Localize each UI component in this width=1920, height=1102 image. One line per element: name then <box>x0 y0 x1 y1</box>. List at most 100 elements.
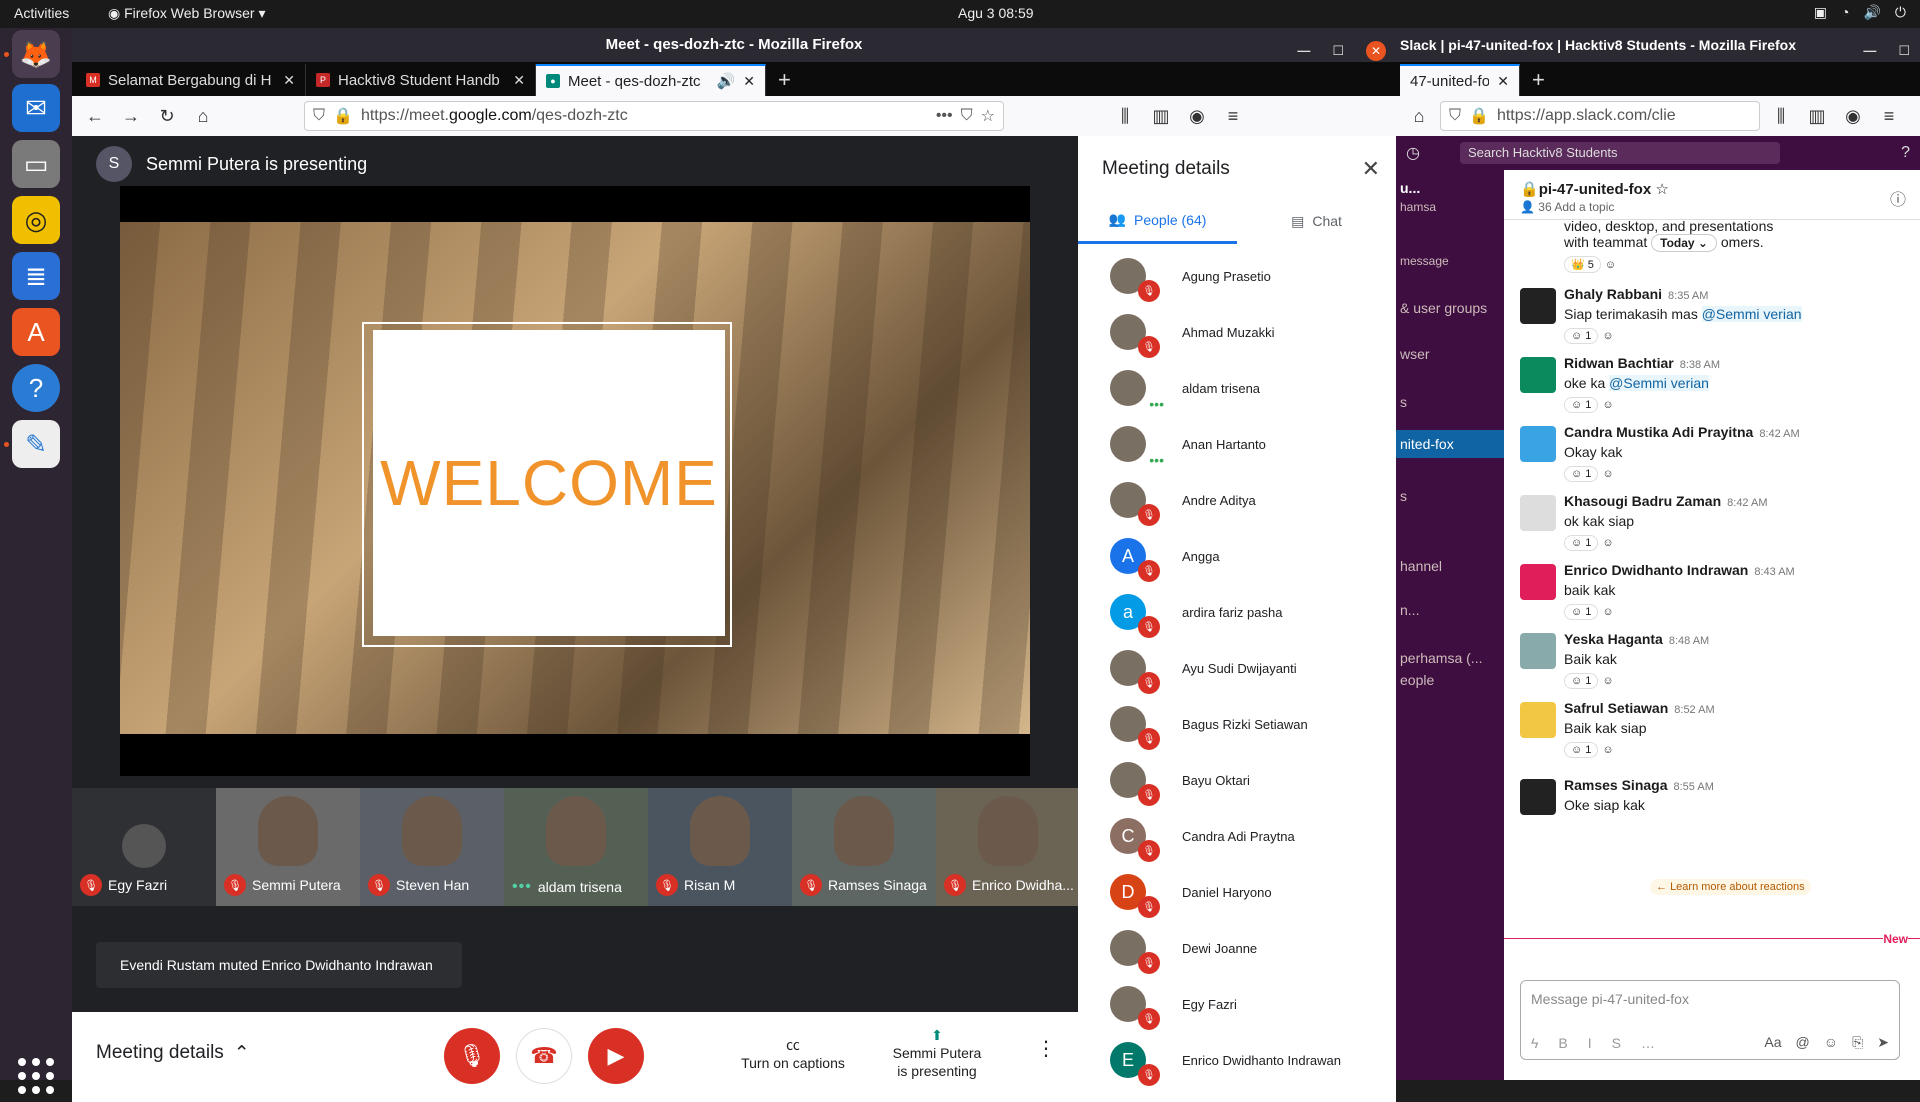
person-row[interactable]: 🎙 Bagus Rizki Setiawan <box>1078 696 1396 752</box>
user-avatar[interactable] <box>1520 564 1556 600</box>
participant-tile[interactable]: 🎙 Risan M <box>648 788 792 906</box>
close-window-icon[interactable]: ✕ <box>1366 41 1386 61</box>
participant-tile[interactable]: 🎙 Ramses Sinaga <box>792 788 936 906</box>
reaction-chip[interactable]: ☺ 1 <box>1564 328 1599 344</box>
back-icon[interactable]: ← <box>80 106 110 127</box>
minimize-icon[interactable]: — <box>1297 34 1310 68</box>
user-mention[interactable]: @Semmi verian <box>1609 375 1709 391</box>
presentation-button[interactable]: ⬆ Semmi Putera is presenting <box>872 1026 1002 1080</box>
reaction-chip[interactable]: ☺ 1 <box>1564 397 1599 413</box>
user-avatar[interactable] <box>1520 702 1556 738</box>
bold-icon[interactable]: B <box>1558 1035 1567 1051</box>
thunderbird-dock-icon[interactable]: ✉ <box>12 84 60 132</box>
speaker-icon[interactable]: 🔊 <box>717 72 736 90</box>
sender-name[interactable]: Candra Mustika Adi Prayitna <box>1564 424 1753 440</box>
add-reaction-icon[interactable]: ☺ <box>1602 606 1613 618</box>
files-dock-icon[interactable]: ▭ <box>12 140 60 188</box>
pocket-icon[interactable]: ⛉ <box>961 107 973 125</box>
person-row[interactable]: ••• aldam trisena <box>1078 360 1396 416</box>
sidebar-item[interactable]: & user groups <box>1400 300 1487 316</box>
person-row[interactable]: a 🎙 ardira fariz pasha <box>1078 584 1396 640</box>
close-tab-icon[interactable]: ✕ <box>513 72 525 89</box>
software-dock-icon[interactable]: A <box>12 308 60 356</box>
tab-meet[interactable]: ● Meet - qes-dozh-ztc 🔊 ✕ <box>536 64 766 96</box>
sidebar-item[interactable]: eople <box>1400 672 1434 688</box>
maximize-icon[interactable]: ☐ <box>1332 34 1344 68</box>
participant-tile[interactable]: 🎙 Semmi Putera <box>216 788 360 906</box>
add-topic-link[interactable]: Add a topic <box>1554 200 1614 214</box>
mention-icon[interactable]: @ <box>1796 1034 1810 1051</box>
participant-tile[interactable]: 🎙 Enrico Dwidha... <box>936 788 1080 906</box>
user-mention[interactable]: @Semmi verian <box>1701 306 1802 322</box>
message-time[interactable]: 8:42 AM <box>1727 497 1767 509</box>
strike-icon[interactable]: S <box>1612 1035 1621 1051</box>
member-count[interactable]: 36 <box>1538 200 1551 214</box>
reload-icon[interactable]: ↻ <box>152 106 182 127</box>
reaction-chip[interactable]: ☺ 1 <box>1564 673 1599 689</box>
sidebar-item[interactable]: wser <box>1400 346 1430 362</box>
close-panel-icon[interactable]: ✕ <box>1362 156 1380 182</box>
sidebar-item-selected[interactable]: nited-fox <box>1396 430 1504 458</box>
user-avatar[interactable] <box>1520 288 1556 324</box>
person-row[interactable]: 🎙 Agung Prasetio <box>1078 248 1396 304</box>
tab-handbook[interactable]: P Hacktiv8 Student Handb ✕ <box>306 64 536 96</box>
message[interactable]: Khasougi Badru Zaman 8:42 AM ok kak siap ☺ … <box>1520 493 1910 551</box>
sidebar-icon[interactable]: ▥ <box>1802 106 1832 127</box>
star-icon[interactable]: ☆ <box>1655 181 1668 198</box>
reaction-chip[interactable]: ☺ 1 <box>1564 604 1599 620</box>
add-reaction-icon[interactable]: ☺ <box>1602 468 1613 480</box>
emoji-icon[interactable]: ☺ <box>1824 1034 1838 1051</box>
lightning-icon[interactable]: ϟ <box>1531 1035 1538 1051</box>
reaction-chip[interactable]: ☺ 1 <box>1564 742 1599 758</box>
sender-name[interactable]: Safrul Setiawan <box>1564 700 1668 716</box>
add-reaction-icon[interactable]: ☺ <box>1605 259 1616 271</box>
person-row[interactable]: 🎙 Egy Fazri <box>1078 976 1396 1032</box>
url-bar[interactable]: ⛉ 🔒 https://meet.google.com/qes-dozh-ztc… <box>304 101 1004 131</box>
firefox-dock-icon[interactable]: 🦊 <box>12 30 60 78</box>
attach-icon[interactable]: ⎘ <box>1852 1034 1863 1051</box>
message-composer[interactable]: Message pi-47-united-fox ϟ B I S … Aa @ ☺ ⎘ ➤ <box>1520 980 1900 1060</box>
sidebar-item[interactable]: n... <box>1400 602 1419 618</box>
sidebar-item[interactable]: hannel <box>1400 558 1442 574</box>
person-row[interactable]: 🎙 Dewi Joanne <box>1078 920 1396 976</box>
tab-slack[interactable]: 47-united-fox ✕ <box>1400 64 1520 96</box>
shield-icon[interactable]: ⛉ <box>1449 107 1461 125</box>
reaction-chip[interactable]: ☺ 1 <box>1564 466 1599 482</box>
sender-name[interactable]: Khasougi Badru Zaman <box>1564 493 1721 509</box>
sender-name[interactable]: Yeska Haganta <box>1564 631 1663 647</box>
app-menu[interactable]: ◉ Firefox Web Browser ▾ <box>108 5 265 22</box>
system-tray[interactable]: ▣ ◔ 🔊 ⏻ <box>1814 4 1906 21</box>
message[interactable]: Ridwan Bachtiar 8:38 AM oke ka @Semmi veri… <box>1520 355 1910 413</box>
menu-icon[interactable]: ≡ <box>1874 106 1904 127</box>
today-divider[interactable]: Today ⌄ <box>1651 234 1717 252</box>
add-reaction-icon[interactable]: ☺ <box>1602 330 1613 342</box>
message-time[interactable]: 8:52 AM <box>1674 704 1714 716</box>
tab-gmail[interactable]: M Selamat Bergabung di H ✕ <box>76 64 306 96</box>
captions-button[interactable]: ㏄ Turn on captions <box>718 1036 868 1072</box>
close-tab-icon[interactable]: ✕ <box>283 72 295 89</box>
maximize-icon[interactable]: ☐ <box>1898 34 1910 68</box>
sender-name[interactable]: Ramses Sinaga <box>1564 777 1668 793</box>
message-time[interactable]: 8:38 AM <box>1680 359 1720 371</box>
add-reaction-icon[interactable]: ☺ <box>1602 675 1613 687</box>
slack-search[interactable]: Search Hacktiv8 Students <box>1459 142 1780 164</box>
send-icon[interactable]: ➤ <box>1877 1034 1889 1051</box>
history-icon[interactable]: ◷ <box>1406 143 1420 163</box>
message-time[interactable]: 8:43 AM <box>1754 566 1794 578</box>
tab-people[interactable]: 👥 People (64) <box>1078 198 1237 244</box>
person-row[interactable]: 🎙 Bayu Oktari <box>1078 752 1396 808</box>
code-icon[interactable]: … <box>1641 1035 1655 1051</box>
help-dock-icon[interactable]: ? <box>12 364 60 412</box>
menu-icon[interactable]: ≡ <box>1218 106 1248 127</box>
clock[interactable]: Agu 3 08:59 <box>958 5 1034 21</box>
sidebar-item[interactable]: s <box>1400 394 1407 410</box>
reaction-chip[interactable]: ☺ 1 <box>1564 535 1599 551</box>
close-tab-icon[interactable]: ✕ <box>1497 73 1509 90</box>
message[interactable]: Candra Mustika Adi Prayitna 8:42 AM Okay k… <box>1520 424 1910 482</box>
user-avatar[interactable] <box>1520 779 1556 815</box>
person-row[interactable]: C 🎙 Candra Adi Praytna <box>1078 808 1396 864</box>
forward-icon[interactable]: → <box>116 106 146 127</box>
meeting-details-button[interactable]: Meeting details ⌃ <box>96 1042 250 1065</box>
text-editor-dock-icon[interactable]: ✎ <box>12 420 60 468</box>
account-icon[interactable]: ◉ <box>1838 106 1868 127</box>
